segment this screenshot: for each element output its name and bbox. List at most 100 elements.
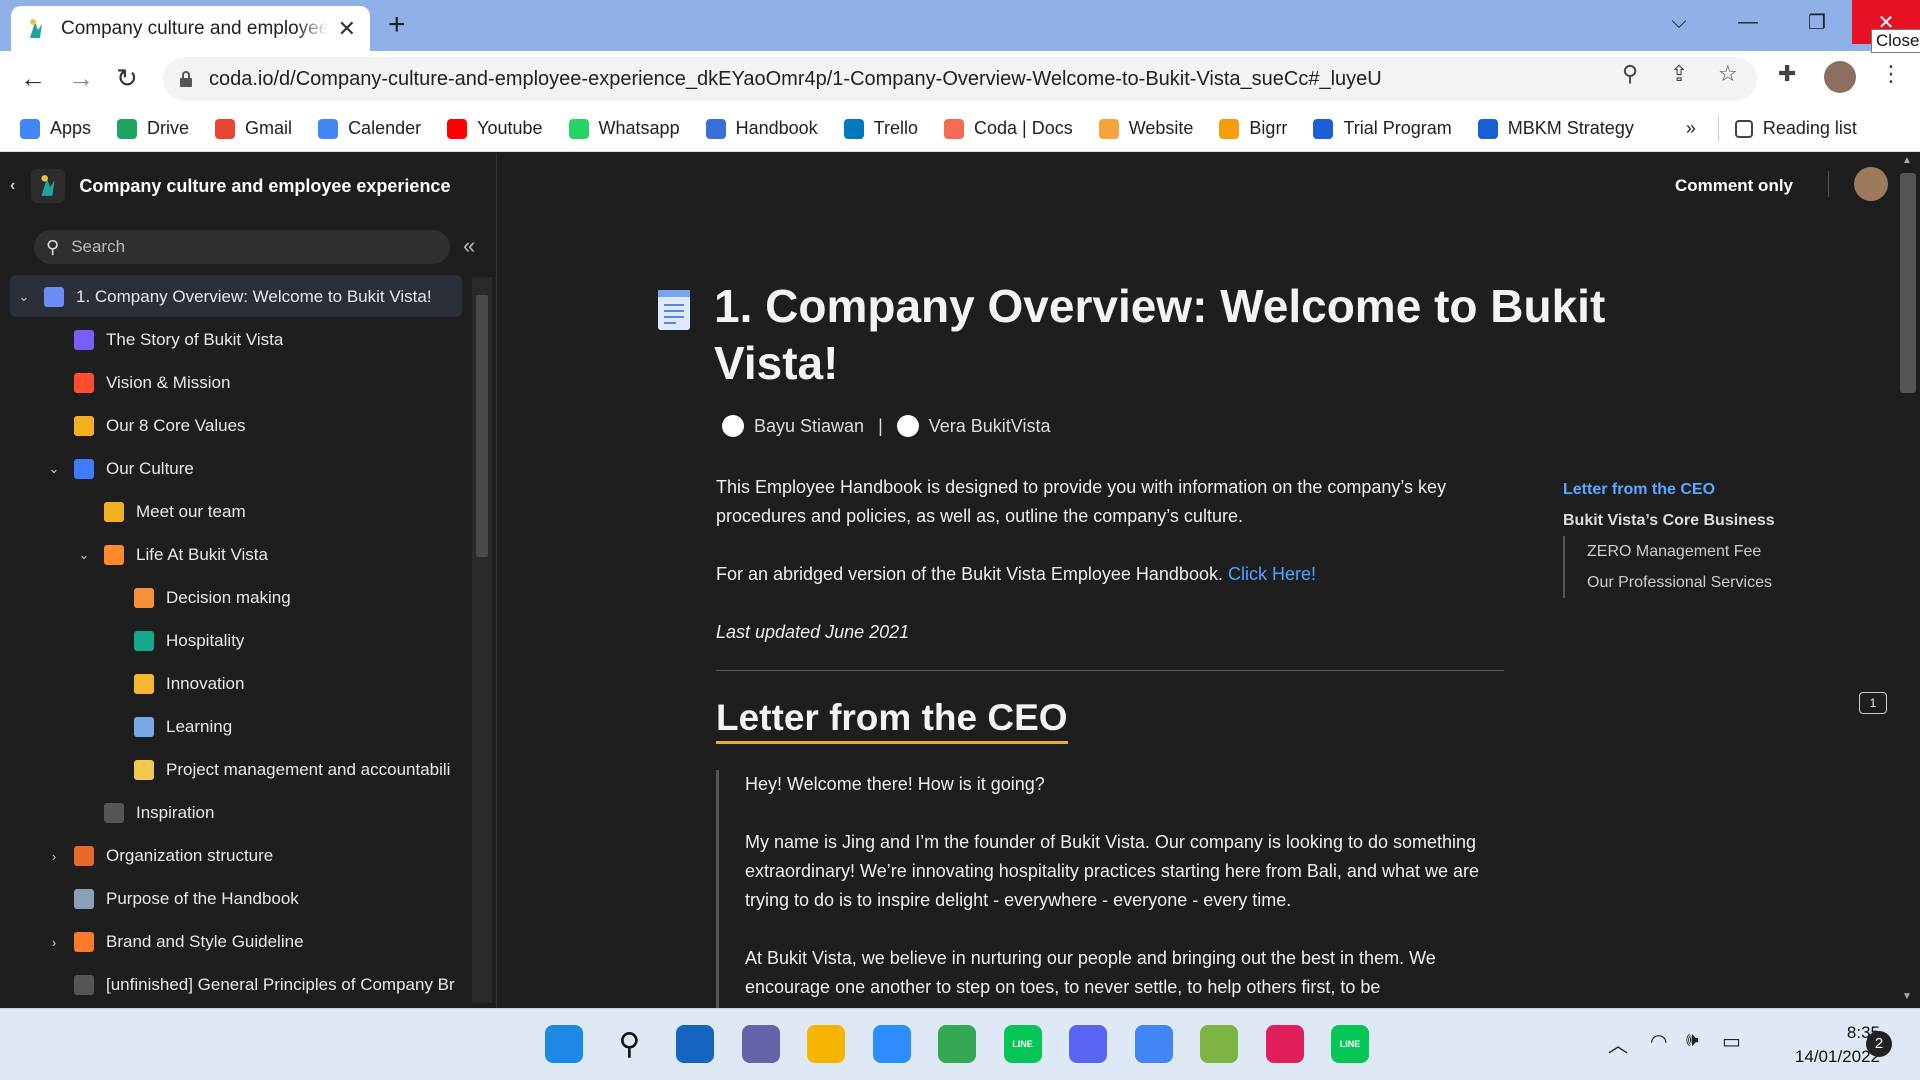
bookmark-drive[interactable]: Drive — [117, 118, 189, 139]
sidebar-scrollbar[interactable] — [472, 277, 492, 1003]
sidebar-item[interactable]: ⌄ 1. Company Overview: Welcome to Bukit V… — [14, 277, 432, 317]
task-view-icon[interactable] — [676, 1025, 714, 1063]
line-icon-2[interactable]: LINE — [1331, 1025, 1369, 1063]
sidebar-item[interactable]: Meet our team — [74, 492, 246, 532]
active-tab[interactable]: Company culture and employee experience … — [11, 6, 370, 51]
share-icon[interactable]: ⇪ — [1670, 61, 1688, 87]
back-arrow-icon[interactable]: ← — [20, 63, 46, 94]
search-icon: ⚲ — [46, 236, 60, 257]
tab-close-icon[interactable]: ✕ — [338, 16, 356, 42]
clock-time: 8:35 — [1846, 1023, 1880, 1042]
bookmark-star-icon[interactable]: ☆ — [1718, 61, 1738, 87]
scroll-down-icon[interactable]: ▼ — [1902, 991, 1912, 1002]
comment-count-bubble-icon[interactable]: 1 — [1859, 692, 1887, 714]
bookmark-coda-docs[interactable]: Coda | Docs — [944, 118, 1073, 139]
teams-chat-icon[interactable] — [741, 1025, 780, 1063]
bookmark-gmail[interactable]: Gmail — [215, 118, 292, 139]
chrome-profile-2-icon[interactable] — [1200, 1025, 1238, 1063]
chrome-icon[interactable] — [938, 1025, 976, 1063]
sidebar-item[interactable]: Decision making — [104, 578, 291, 618]
search-icon[interactable]: ⚲ — [611, 1025, 649, 1063]
collapse-sidebar-icon[interactable]: « — [463, 233, 475, 259]
main-scroll-thumb[interactable] — [1900, 173, 1916, 393]
sidebar-item[interactable]: Purpose of the Handbook — [44, 879, 299, 919]
toc-item[interactable]: ZERO Management Fee — [1587, 536, 1775, 567]
system-clock[interactable]: 8:35 14/01/2022 — [1760, 1021, 1880, 1069]
bookmark-label: Youtube — [477, 118, 543, 138]
bookmark-trello[interactable]: Trello — [843, 118, 918, 139]
main-scrollbar[interactable]: ▲ ▼ — [1896, 153, 1920, 1008]
profile-avatar[interactable] — [1824, 61, 1856, 93]
reload-icon[interactable]: ↻ — [116, 63, 138, 94]
sidebar-item[interactable]: ⌄ Life At Bukit Vista — [74, 535, 268, 575]
chevron-right-icon[interactable]: › — [44, 849, 64, 864]
slack-icon[interactable] — [1265, 1025, 1304, 1063]
chrome-menu-icon[interactable]: ⋮ — [1880, 61, 1902, 87]
restore-icon[interactable]: ❐ — [1783, 0, 1851, 44]
toc-item[interactable]: Letter from the CEO — [1563, 474, 1775, 505]
toc-item[interactable]: Our Professional Services — [1587, 567, 1775, 598]
chevron-down-icon[interactable]: ⌄ — [14, 289, 34, 305]
tray-chevron-icon[interactable]: ︿ — [1608, 1029, 1628, 1058]
notification-badge[interactable]: 2 — [1866, 1031, 1892, 1057]
bookmark-bigrr[interactable]: Bigrr — [1219, 118, 1287, 139]
zoom-magnifier-icon[interactable]: ⚲ — [1622, 61, 1638, 87]
sidebar-scroll-thumb[interactable] — [476, 295, 488, 557]
sidebar-item[interactable]: Project management and accountabili — [104, 750, 450, 790]
discord-icon[interactable] — [1069, 1025, 1107, 1063]
author-name[interactable]: Vera BukitVista — [929, 416, 1051, 437]
bookmark-whatsapp[interactable]: Whatsapp — [568, 118, 680, 139]
sidebar-item[interactable]: Inspiration — [74, 793, 214, 833]
address-bar[interactable]: coda.io/d/Company-culture-and-employee-e… — [163, 57, 1757, 101]
forward-arrow-icon[interactable]: → — [68, 63, 94, 94]
sidebar-item[interactable]: › Organization structure — [44, 836, 273, 876]
sidebar-item[interactable]: [unfinished] General Principles of Compa… — [44, 965, 455, 1005]
reading-list-button[interactable]: Reading list — [1734, 118, 1857, 139]
search-input[interactable]: ⚲ Search — [34, 230, 450, 264]
comment-only-label[interactable]: Comment only — [1675, 176, 1793, 196]
bookmark-handbook[interactable]: Handbook — [705, 118, 818, 139]
volume-icon[interactable]: 🕪 — [1686, 1029, 1699, 1052]
sidebar-item[interactable]: Learning — [104, 707, 232, 747]
user-avatar[interactable] — [1854, 167, 1888, 201]
file-explorer-icon[interactable] — [807, 1025, 845, 1063]
page-icon — [74, 932, 94, 952]
sidebar-item[interactable]: Vision & Mission — [44, 363, 230, 403]
new-tab-button[interactable]: + — [388, 8, 406, 42]
zoom-icon[interactable] — [872, 1025, 911, 1063]
windows-start-icon[interactable] — [545, 1025, 583, 1063]
chevron-down-icon[interactable]: ⌄ — [74, 547, 94, 563]
tab-title: Company culture and employee experience — [61, 17, 328, 39]
line-icon[interactable]: LINE — [1003, 1025, 1042, 1063]
bookmarks-overflow-icon[interactable]: » — [1686, 118, 1696, 139]
click-here-link[interactable]: Click Here! — [1228, 564, 1316, 584]
sidebar-item[interactable]: Innovation — [104, 664, 244, 704]
doc-header[interactable]: ‹ Company culture and employee experienc… — [0, 153, 497, 219]
chevron-down-icon[interactable]: ⌄ — [44, 461, 64, 477]
bookmark-calender[interactable]: Calender — [318, 118, 421, 139]
back-chevron-icon[interactable]: ‹ — [10, 177, 15, 195]
toc-item[interactable]: Bukit Vista’s Core Business — [1563, 505, 1775, 536]
bookmark-youtube[interactable]: Youtube — [447, 118, 543, 139]
bookmark-mbkm-strategy[interactable]: MBKM Strategy — [1477, 118, 1634, 139]
bookmark-label: MBKM Strategy — [1507, 118, 1634, 138]
page-icon — [44, 287, 64, 307]
chrome-profile-1-icon[interactable] — [1134, 1025, 1173, 1063]
bookmark-trial-program[interactable]: Trial Program — [1313, 118, 1452, 139]
bookmark-apps[interactable]: Apps — [20, 118, 91, 139]
sidebar-item[interactable]: Our 8 Core Values — [44, 406, 246, 446]
bookmark-website[interactable]: Website — [1098, 118, 1193, 139]
sidebar-item[interactable]: ⌄ Our Culture — [44, 449, 194, 489]
chevron-right-icon[interactable]: › — [44, 935, 64, 950]
browser-tab-strip: Company culture and employee experience … — [0, 0, 1920, 53]
tab-search-chevron-icon[interactable]: ⌵ — [1645, 0, 1713, 44]
sidebar-item[interactable]: The Story of Bukit Vista — [44, 320, 283, 360]
wifi-icon[interactable]: ◠ — [1650, 1029, 1667, 1054]
sidebar-item[interactable]: › Brand and Style Guideline — [44, 922, 304, 962]
sidebar-item[interactable]: Hospitality — [104, 621, 244, 661]
scroll-up-icon[interactable]: ▲ — [1902, 155, 1912, 166]
battery-icon[interactable]: ▭ — [1722, 1029, 1741, 1054]
minimize-icon[interactable]: — — [1714, 0, 1782, 44]
author-name[interactable]: Bayu Stiawan — [754, 416, 864, 437]
extensions-puzzle-icon[interactable]: ✚ — [1778, 61, 1796, 87]
